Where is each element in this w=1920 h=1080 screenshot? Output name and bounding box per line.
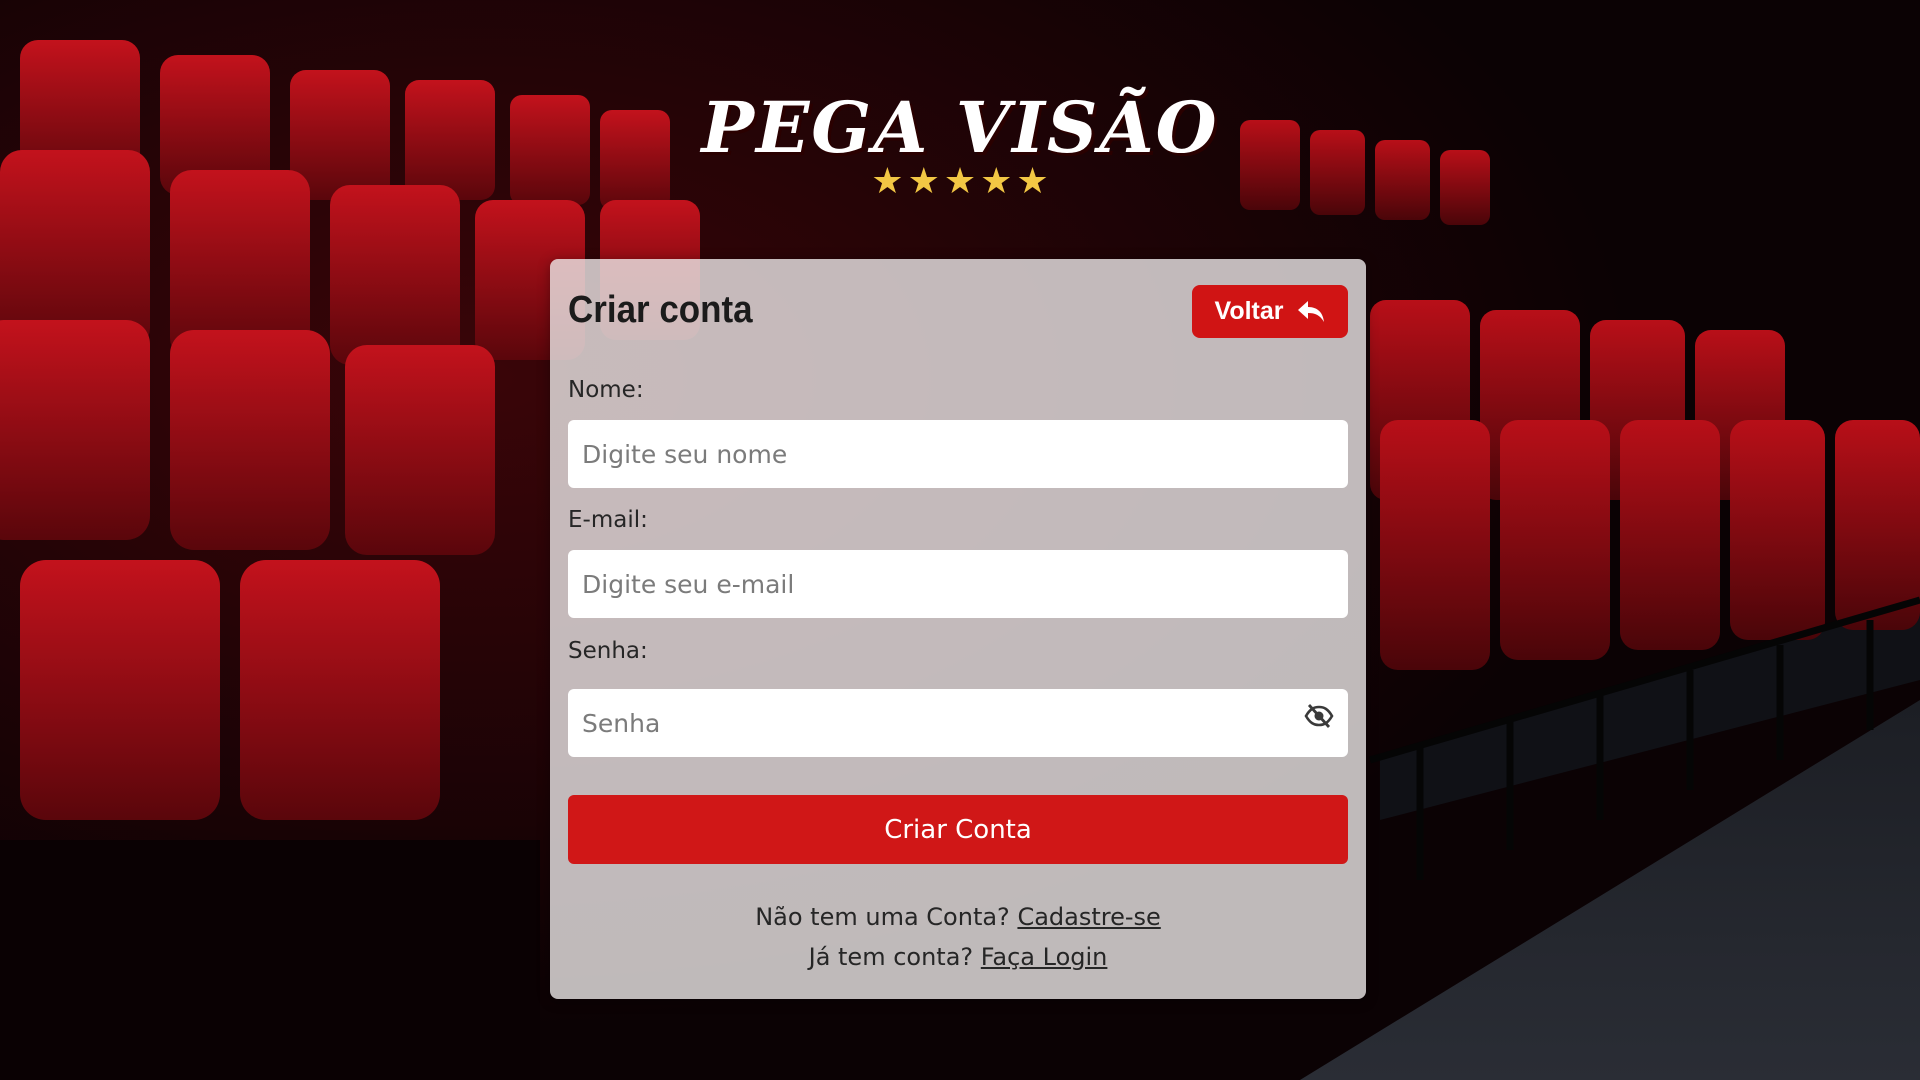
- star-icon: ★: [943, 161, 977, 202]
- back-button-label: Voltar: [1214, 297, 1284, 325]
- password-label: Senha:: [568, 638, 648, 664]
- name-label: Nome:: [568, 377, 644, 403]
- create-account-button[interactable]: Criar Conta: [568, 795, 1348, 864]
- brand-logo: PEGA VISÃO ★ ★ ★ ★ ★: [0, 88, 1920, 200]
- password-field-wrapper: [568, 689, 1348, 757]
- reply-arrow-icon: [1296, 299, 1326, 325]
- form-title: Criar conta: [568, 289, 753, 331]
- email-field-wrapper: [568, 550, 1348, 618]
- no-account-text: Não tem uma Conta?: [755, 903, 1010, 931]
- brand-name: PEGA VISÃO: [701, 86, 1219, 169]
- create-account-button-label: Criar Conta: [884, 814, 1032, 845]
- star-icon: ★: [871, 161, 904, 202]
- email-input[interactable]: [568, 550, 1348, 618]
- eye-slash-icon[interactable]: [1304, 701, 1334, 731]
- name-input[interactable]: [568, 420, 1348, 488]
- rating-stars: ★ ★ ★ ★ ★: [0, 164, 1920, 200]
- star-icon: ★: [1016, 161, 1049, 202]
- email-label: E-mail:: [568, 507, 648, 533]
- has-account-text: Já tem conta?: [808, 943, 974, 971]
- signup-card: Criar conta Voltar Nome: E-mail: Senha: …: [550, 259, 1366, 999]
- login-link[interactable]: Faça Login: [981, 943, 1108, 971]
- name-field-wrapper: [568, 420, 1348, 488]
- star-icon: ★: [907, 161, 940, 202]
- login-prompt: Já tem conta? Faça Login: [550, 937, 1366, 977]
- signup-prompt: Não tem uma Conta? Cadastre-se: [550, 897, 1366, 937]
- star-icon: ★: [980, 161, 1013, 202]
- back-button[interactable]: Voltar: [1192, 285, 1348, 338]
- signup-link[interactable]: Cadastre-se: [1017, 903, 1160, 931]
- password-input[interactable]: [568, 689, 1348, 757]
